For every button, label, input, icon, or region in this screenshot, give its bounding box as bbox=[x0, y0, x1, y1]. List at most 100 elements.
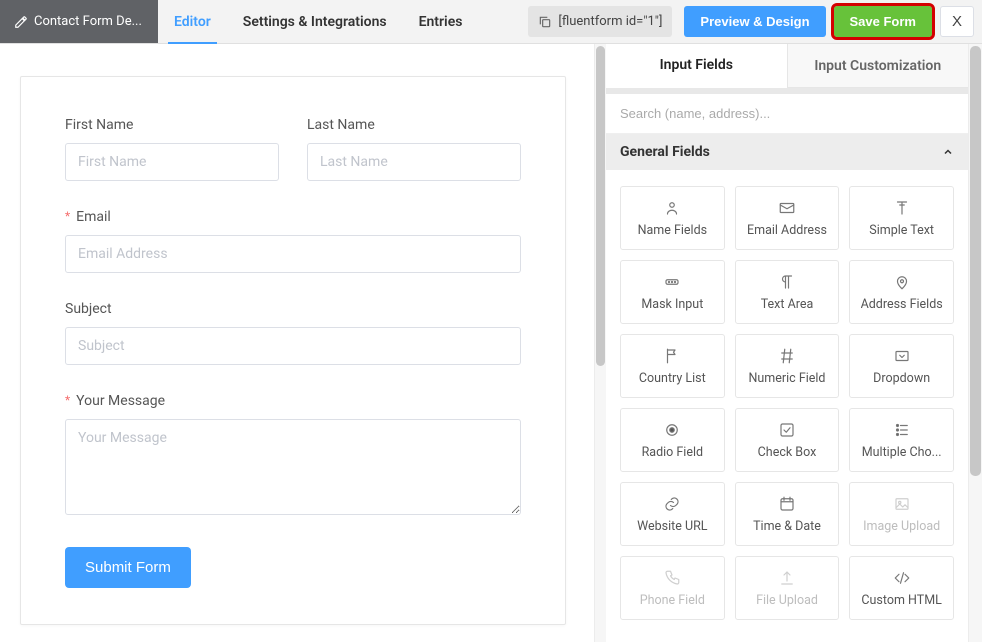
flag-icon bbox=[663, 347, 681, 365]
field-card-label: Mask Input bbox=[641, 297, 703, 312]
form-preview-card: First Name Last Name *Email Subject *You… bbox=[20, 76, 566, 625]
side-panel: Input Fields Input Customization General… bbox=[606, 44, 982, 642]
sidebar-scrollbar[interactable] bbox=[968, 44, 982, 642]
multi-icon bbox=[893, 421, 911, 439]
close-button[interactable]: X bbox=[940, 6, 974, 37]
field-card-phone[interactable]: Phone Field bbox=[620, 556, 725, 620]
field-card-label: Time & Date bbox=[753, 519, 821, 534]
field-card-upload[interactable]: File Upload bbox=[735, 556, 840, 620]
fields-grid: Name Fields Email Address Simple Text Mask … bbox=[606, 170, 968, 636]
user-icon bbox=[663, 199, 681, 217]
field-last-name[interactable]: Last Name bbox=[307, 117, 521, 181]
submit-button[interactable]: Submit Form bbox=[65, 547, 191, 588]
field-card-radio[interactable]: Radio Field bbox=[620, 408, 725, 472]
field-email[interactable]: *Email bbox=[65, 209, 521, 273]
first-name-input[interactable] bbox=[65, 143, 279, 181]
field-card-label: Radio Field bbox=[642, 445, 704, 460]
phone-icon bbox=[663, 569, 681, 587]
required-asterisk: * bbox=[65, 209, 70, 223]
tab-entries[interactable]: Entries bbox=[403, 0, 479, 43]
field-message[interactable]: *Your Message bbox=[65, 393, 521, 519]
main-area: First Name Last Name *Email Subject *You… bbox=[0, 44, 982, 642]
email-input[interactable] bbox=[65, 235, 521, 273]
field-card-label: Text Area bbox=[761, 297, 814, 312]
mask-icon bbox=[663, 273, 681, 291]
field-card-label: Dropdown bbox=[873, 371, 930, 386]
para-icon bbox=[778, 273, 796, 291]
message-textarea[interactable] bbox=[65, 419, 521, 515]
top-bar: Contact Form De... Editor Settings & Int… bbox=[0, 0, 982, 44]
field-card-multi[interactable]: Multiple Cho... bbox=[849, 408, 954, 472]
field-card-mask[interactable]: Mask Input bbox=[620, 260, 725, 324]
field-card-label: Multiple Cho... bbox=[862, 445, 942, 460]
shortcode-text: [fluentform id="1"] bbox=[558, 14, 662, 29]
pin-icon bbox=[893, 273, 911, 291]
last-name-label: Last Name bbox=[307, 117, 521, 133]
field-card-image[interactable]: Image Upload bbox=[849, 482, 954, 546]
dropdown-icon bbox=[893, 347, 911, 365]
subject-input[interactable] bbox=[65, 327, 521, 365]
field-subject[interactable]: Subject bbox=[65, 301, 521, 365]
link-icon bbox=[663, 495, 681, 513]
category-general-fields[interactable]: General Fields bbox=[606, 134, 968, 170]
save-form-button[interactable]: Save Form bbox=[834, 6, 932, 37]
radio-icon bbox=[663, 421, 681, 439]
field-card-user[interactable]: Name Fields bbox=[620, 186, 725, 250]
field-card-label: Check Box bbox=[758, 445, 817, 460]
check-icon bbox=[778, 421, 796, 439]
search-input[interactable] bbox=[606, 94, 968, 134]
field-card-hash[interactable]: Numeric Field bbox=[735, 334, 840, 398]
calendar-icon bbox=[778, 495, 796, 513]
field-card-label: Country List bbox=[639, 371, 706, 386]
tab-input-fields[interactable]: Input Fields bbox=[606, 44, 787, 88]
text-icon bbox=[893, 199, 911, 217]
field-card-check[interactable]: Check Box bbox=[735, 408, 840, 472]
side-tabs: Input Fields Input Customization bbox=[606, 44, 968, 88]
field-card-label: Website URL bbox=[637, 519, 707, 534]
category-label: General Fields bbox=[620, 144, 710, 160]
field-card-flag[interactable]: Country List bbox=[620, 334, 725, 398]
nav-tabs: Editor Settings & Integrations Entries bbox=[158, 0, 478, 43]
edit-icon bbox=[14, 15, 28, 29]
shortcode-box[interactable]: [fluentform id="1"] bbox=[528, 6, 672, 37]
field-card-dropdown[interactable]: Dropdown bbox=[849, 334, 954, 398]
field-card-label: Numeric Field bbox=[749, 371, 826, 386]
image-icon bbox=[893, 495, 911, 513]
field-card-pin[interactable]: Address Fields bbox=[849, 260, 954, 324]
first-name-label: First Name bbox=[65, 117, 279, 133]
chevron-up-icon bbox=[942, 146, 954, 158]
field-card-text[interactable]: Simple Text bbox=[849, 186, 954, 250]
scroll-thumb[interactable] bbox=[596, 46, 605, 366]
field-card-para[interactable]: Text Area bbox=[735, 260, 840, 324]
field-card-label: Email Address bbox=[747, 223, 827, 238]
field-card-label: Custom HTML bbox=[861, 593, 941, 608]
message-label: *Your Message bbox=[65, 393, 521, 409]
field-card-link[interactable]: Website URL bbox=[620, 482, 725, 546]
field-card-calendar[interactable]: Time & Date bbox=[735, 482, 840, 546]
subject-label: Subject bbox=[65, 301, 521, 317]
form-title-box[interactable]: Contact Form De... bbox=[0, 0, 158, 43]
email-label: *Email bbox=[65, 209, 521, 225]
tab-input-customization[interactable]: Input Customization bbox=[787, 44, 969, 87]
field-card-code[interactable]: Custom HTML bbox=[849, 556, 954, 620]
form-title: Contact Form De... bbox=[34, 14, 142, 29]
field-card-label: Simple Text bbox=[869, 223, 934, 238]
field-card-label: Address Fields bbox=[861, 297, 943, 312]
field-card-label: Phone Field bbox=[640, 593, 705, 608]
field-card-mail[interactable]: Email Address bbox=[735, 186, 840, 250]
tab-editor[interactable]: Editor bbox=[158, 0, 227, 43]
editor-scrollbar[interactable] bbox=[594, 44, 606, 642]
required-asterisk: * bbox=[65, 393, 70, 407]
tab-settings[interactable]: Settings & Integrations bbox=[227, 0, 403, 43]
code-icon bbox=[893, 569, 911, 587]
upload-icon bbox=[778, 569, 796, 587]
last-name-input[interactable] bbox=[307, 143, 521, 181]
editor-panel: First Name Last Name *Email Subject *You… bbox=[0, 44, 594, 642]
field-first-name[interactable]: First Name bbox=[65, 117, 279, 181]
field-card-label: File Upload bbox=[756, 593, 818, 608]
preview-button[interactable]: Preview & Design bbox=[684, 6, 825, 37]
mail-icon bbox=[778, 199, 796, 217]
scroll-thumb[interactable] bbox=[970, 46, 981, 476]
copy-icon bbox=[538, 15, 552, 29]
hash-icon bbox=[778, 347, 796, 365]
